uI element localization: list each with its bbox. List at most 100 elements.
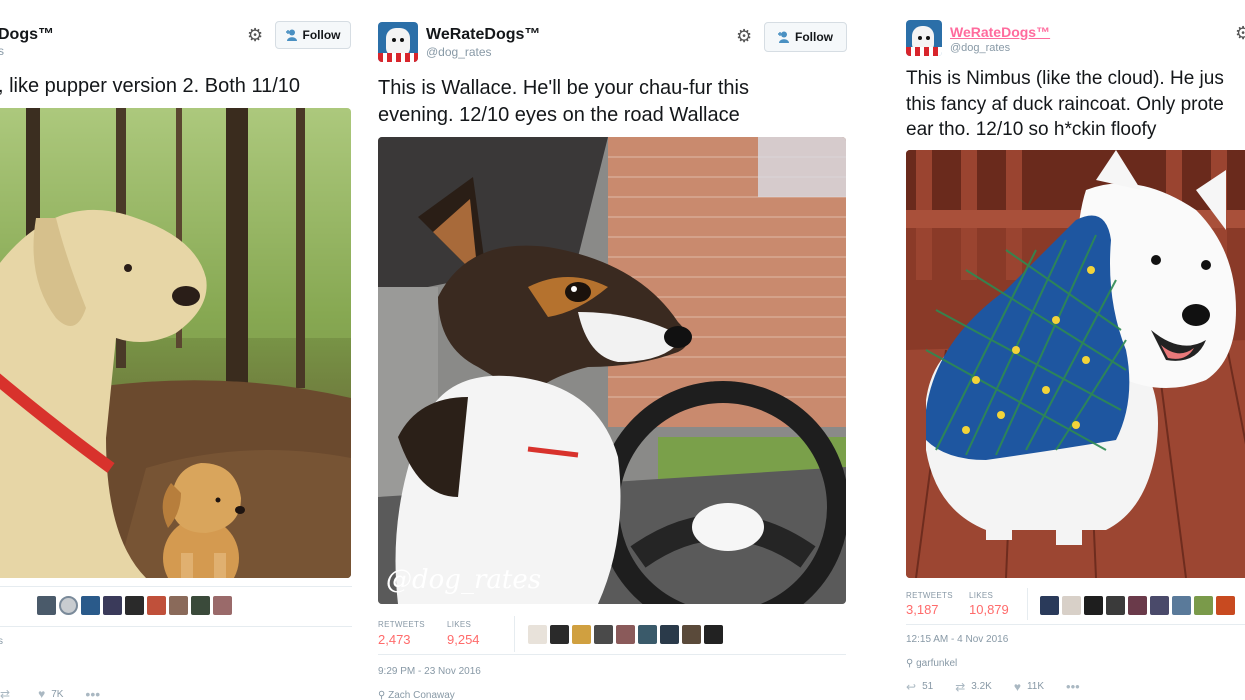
- tweet-photo[interactable]: @dog_rates: [378, 137, 846, 604]
- tweet-photo[interactable]: [0, 108, 351, 578]
- likes-label: LIKES: [447, 620, 472, 629]
- liker-avatar[interactable]: [147, 596, 166, 615]
- tweet-author-name[interactable]: WeRateDogs™: [426, 26, 540, 44]
- liker-avatar[interactable]: [660, 625, 679, 644]
- likes-count[interactable]: 10,879: [969, 602, 1009, 617]
- tweet-location[interactable]: ⚲ Zach Conaway: [378, 690, 455, 700]
- tweet-timestamp[interactable]: 9:29 PM - 23 Nov 2016: [378, 666, 481, 677]
- liker-avatar[interactable]: [1106, 596, 1125, 615]
- add-user-icon: [285, 29, 298, 41]
- tweet-timestamp[interactable]: 12:15 AM - 4 Nov 2016: [906, 634, 1008, 645]
- liker-avatar[interactable]: [1216, 596, 1235, 615]
- divider: [0, 626, 352, 627]
- follow-button-label: Follow: [795, 30, 833, 44]
- tweet-text-line: This is Wallace. He'll be your chau-fur …: [378, 77, 749, 99]
- tweet-text-line: this fancy af duck raincoat. Only prote: [906, 94, 1224, 115]
- liker-avatar[interactable]: [1150, 596, 1169, 615]
- divider: [1027, 588, 1028, 620]
- tweet-photo[interactable]: [906, 150, 1245, 578]
- liker-avatar[interactable]: [1062, 596, 1081, 615]
- tweet-author-name[interactable]: WeRateDogs™: [950, 24, 1050, 40]
- gear-icon[interactable]: ⚙: [736, 27, 752, 45]
- tweet-location-label: Zach Conaway: [388, 690, 455, 700]
- author-avatar[interactable]: [906, 20, 942, 56]
- retweets-count[interactable]: 3,187: [906, 602, 939, 617]
- heart-icon: ♥: [1013, 679, 1021, 694]
- tweet-text-line: , like pupper version 2. Both 11/10: [0, 75, 301, 97]
- gear-icon[interactable]: ⚙: [247, 26, 263, 44]
- liker-avatar[interactable]: [528, 625, 547, 644]
- liker-avatar[interactable]: [37, 596, 56, 615]
- heart-icon: ♥: [38, 687, 46, 700]
- tweet-place[interactable]: ⚲ garfunkel: [906, 658, 957, 669]
- add-user-icon: [778, 31, 790, 43]
- liker-avatar[interactable]: [572, 625, 591, 644]
- liker-avatar[interactable]: [1084, 596, 1103, 615]
- photo-watermark: @dog_rates: [386, 565, 542, 595]
- retweets-label: RETWEETS: [378, 620, 425, 629]
- liker-avatar[interactable]: [81, 596, 100, 615]
- more-action[interactable]: •••: [85, 686, 100, 700]
- liker-avatars: [528, 625, 723, 644]
- tweet-actions: ↩ 51 ⇄ 3.2K ♥ 11K •••: [906, 679, 1102, 694]
- tweet-place-label: garfunkel: [916, 658, 958, 669]
- liker-avatar[interactable]: [1172, 596, 1191, 615]
- liker-avatar[interactable]: [616, 625, 635, 644]
- divider: [514, 616, 515, 652]
- retweet-icon: ⇄: [0, 687, 11, 700]
- liker-avatar[interactable]: [191, 596, 210, 615]
- liker-avatar[interactable]: [682, 625, 701, 644]
- reply-icon: ↩: [906, 679, 917, 694]
- tweet-meta: s: [0, 636, 3, 647]
- author-avatar[interactable]: [378, 22, 418, 62]
- follow-button-label: Follow: [302, 28, 341, 42]
- liker-avatar[interactable]: [59, 596, 78, 615]
- liker-avatar[interactable]: [550, 625, 569, 644]
- tweet-author-name[interactable]: Dogs™: [0, 26, 54, 44]
- tweet-author-handle[interactable]: @dog_rates: [950, 42, 1010, 54]
- divider: [378, 654, 846, 655]
- divider: [906, 624, 1245, 625]
- retweet-icon: ⇄: [955, 679, 966, 694]
- retweets-label: RETWEETS: [906, 591, 953, 600]
- more-action[interactable]: •••: [1066, 679, 1080, 694]
- liker-avatar[interactable]: [1194, 596, 1213, 615]
- more-icon: •••: [85, 686, 101, 700]
- retweet-action[interactable]: ⇄: [0, 687, 16, 700]
- liker-avatars: [37, 596, 232, 615]
- follow-button[interactable]: Follow: [275, 21, 351, 49]
- reply-action[interactable]: ↩ 51: [906, 680, 933, 694]
- divider: [0, 586, 352, 587]
- tweet-card-3: WeRateDogs™ @dog_rates ⚙ This is Nimbus …: [890, 0, 1245, 700]
- location-pin-icon: ⚲: [906, 658, 914, 669]
- liker-avatar[interactable]: [125, 596, 144, 615]
- liker-avatar[interactable]: [169, 596, 188, 615]
- follow-button[interactable]: Follow: [764, 22, 847, 52]
- tweet-text-line: evening. 12/10 eyes on the road Wallace: [378, 104, 740, 126]
- like-count: 7K: [51, 688, 64, 700]
- liker-avatar[interactable]: [704, 625, 723, 644]
- retweet-action[interactable]: ⇄ 3.2K: [955, 680, 992, 694]
- liker-avatar[interactable]: [1040, 596, 1059, 615]
- liker-avatar[interactable]: [103, 596, 122, 615]
- retweets-count[interactable]: 2,473: [378, 632, 411, 647]
- location-pin-icon: ⚲: [378, 690, 386, 700]
- liker-avatar[interactable]: [1128, 596, 1147, 615]
- liker-avatar[interactable]: [638, 625, 657, 644]
- liker-avatars: [1040, 596, 1235, 615]
- tweet-card-2: WeRateDogs™ @dog_rates ⚙ Follow This is …: [362, 0, 862, 700]
- more-icon: •••: [1066, 679, 1080, 694]
- like-action[interactable]: ♥ 11K: [1014, 680, 1044, 694]
- tweet-actions: ⇄ ♥ 7K •••: [0, 686, 122, 700]
- tweet-text-line: ear tho. 12/10 so h*ckin floofy: [906, 119, 1157, 140]
- liker-avatar[interactable]: [213, 596, 232, 615]
- like-action[interactable]: ♥ 7K: [38, 687, 63, 700]
- tweet-author-handle[interactable]: @dog_rates: [426, 45, 492, 59]
- likes-count[interactable]: 9,254: [447, 632, 480, 647]
- tweet-author-handle[interactable]: s: [0, 44, 4, 58]
- likes-label: LIKES: [969, 591, 994, 600]
- gear-icon[interactable]: ⚙: [1235, 24, 1245, 42]
- liker-avatar[interactable]: [594, 625, 613, 644]
- like-count: 11K: [1026, 681, 1045, 692]
- tweet-text-line: This is Nimbus (like the cloud). He jus: [906, 68, 1224, 89]
